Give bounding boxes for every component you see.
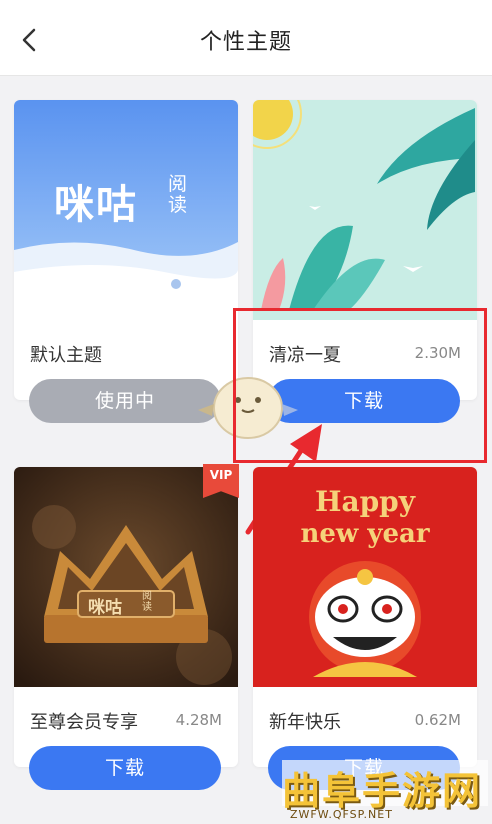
- newyear-line1: Happy: [314, 485, 416, 518]
- theme-card-vip[interactable]: 咪咕 阅读 至尊会员专享 4.28M: [14, 467, 238, 767]
- theme-size: 4.28M: [175, 711, 222, 729]
- theme-preview-newyear: Happy new year: [253, 467, 477, 687]
- vip-logo-text: 咪咕: [88, 598, 122, 618]
- theme-name: 至尊会员专享: [30, 712, 138, 733]
- default-logo-text: 咪咕: [54, 182, 138, 228]
- theme-preview-summer: [253, 100, 477, 320]
- theme-name: 默认主题: [30, 345, 102, 366]
- site-watermark: 曲阜手游网 ZWFW.QFSP.NET: [282, 760, 492, 824]
- download-button[interactable]: 下载: [29, 746, 221, 790]
- theme-card-newyear[interactable]: Happy new year 新年快乐 0.62M: [253, 467, 477, 767]
- theme-size: 0.62M: [414, 711, 461, 729]
- theme-preview-vip: 咪咕 阅读: [14, 467, 238, 687]
- header-bar: 个性主题: [0, 0, 492, 76]
- newyear-line2: new year: [300, 519, 430, 549]
- page-title: 个性主题: [199, 30, 292, 55]
- theme-preview-default: 咪咕 阅读: [14, 100, 238, 320]
- in-use-button[interactable]: 使用中: [29, 379, 221, 423]
- theme-name: 新年快乐: [269, 712, 341, 733]
- watermark-url: ZWFW.QFSP.NET: [290, 808, 393, 821]
- vip-badge-label: VIP: [209, 468, 233, 482]
- default-logo-small: 阅读: [168, 173, 188, 216]
- vip-logo-small: 阅读: [142, 591, 152, 613]
- watermark-text: 曲阜手游网: [282, 760, 488, 813]
- theme-card-default[interactable]: 咪咕 阅读 默认主题: [14, 100, 238, 400]
